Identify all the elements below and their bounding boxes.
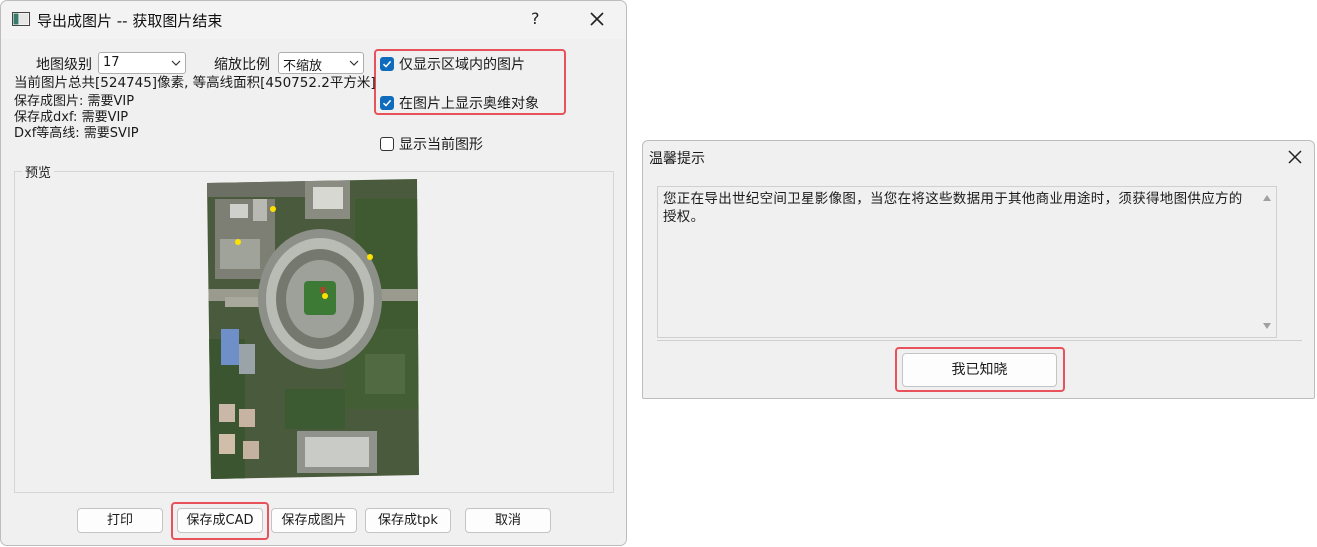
info-dxf-contour: Dxf等高线: 需要SVIP — [14, 126, 139, 141]
show-current-shape-label: 显示当前图形 — [399, 137, 483, 153]
scale-label: 缩放比例 — [214, 57, 270, 73]
tip-message-box[interactable]: 您正在导出世纪空间卫星影像图，当您在将这些数据用于其他商业用途时，须获得地图供应… — [657, 186, 1277, 338]
checkbox-unchecked-icon — [380, 137, 394, 151]
map-level-select[interactable]: 17 — [98, 52, 186, 74]
chevron-down-icon — [349, 60, 359, 66]
cancel-button[interactable]: 取消 — [465, 508, 551, 533]
scroll-up-icon[interactable] — [1263, 195, 1271, 201]
close-icon[interactable] — [1286, 148, 1304, 166]
window-title: 导出成图片 -- 获取图片结束 — [37, 12, 223, 30]
print-button[interactable]: 打印 — [77, 508, 163, 533]
scale-value: 不缩放 — [283, 59, 323, 74]
show-objects-label: 在图片上显示奥维对象 — [399, 96, 539, 112]
only-region-checkbox[interactable]: 仅显示区域内的图片 — [380, 54, 525, 74]
info-save-dxf: 保存成dxf: 需要VIP — [14, 110, 129, 125]
acknowledge-button[interactable]: 我已知晓 — [902, 353, 1057, 387]
show-objects-checkbox[interactable]: 在图片上显示奥维对象 — [380, 93, 539, 113]
save-cad-button[interactable]: 保存成CAD — [177, 508, 263, 533]
preview-label: 预览 — [22, 162, 55, 181]
scroll-down-icon[interactable] — [1263, 323, 1271, 329]
checkbox-checked-icon — [380, 57, 394, 71]
divider — [657, 340, 1302, 341]
scale-select[interactable]: 不缩放 — [278, 52, 364, 74]
save-tpk-button[interactable]: 保存成tpk — [365, 508, 451, 533]
window-app-icon — [12, 12, 30, 26]
only-region-label: 仅显示区域内的图片 — [399, 57, 525, 73]
help-button[interactable]: ? — [531, 9, 540, 28]
info-save-image: 保存成图片: 需要VIP — [14, 94, 135, 109]
export-image-dialog: 导出成图片 -- 获取图片结束 ? 地图级别 17 缩放比例 不缩放 仅显示区域… — [0, 0, 627, 546]
chevron-down-icon — [171, 60, 181, 66]
save-image-button[interactable]: 保存成图片 — [271, 508, 357, 533]
map-level-value: 17 — [103, 55, 120, 70]
close-icon[interactable] — [587, 9, 607, 29]
checkbox-checked-icon — [380, 96, 394, 110]
map-level-label: 地图级别 — [36, 57, 92, 73]
info-pixels: 当前图片总共[524745]像素, 等高线面积[450752.2平方米] — [14, 75, 376, 91]
tip-message: 您正在导出世纪空间卫星影像图，当您在将这些数据用于其他商业用途时，须获得地图供应… — [663, 191, 1243, 225]
tip-dialog: 温馨提示 您正在导出世纪空间卫星影像图，当您在将这些数据用于其他商业用途时，须获… — [642, 140, 1315, 399]
scrollbar[interactable] — [1258, 187, 1276, 337]
satellite-preview-image — [207, 179, 419, 479]
title-bar[interactable]: 导出成图片 -- 获取图片结束 ? — [1, 1, 626, 39]
tip-title: 温馨提示 — [649, 151, 705, 167]
show-current-shape-checkbox[interactable]: 显示当前图形 — [380, 134, 483, 154]
